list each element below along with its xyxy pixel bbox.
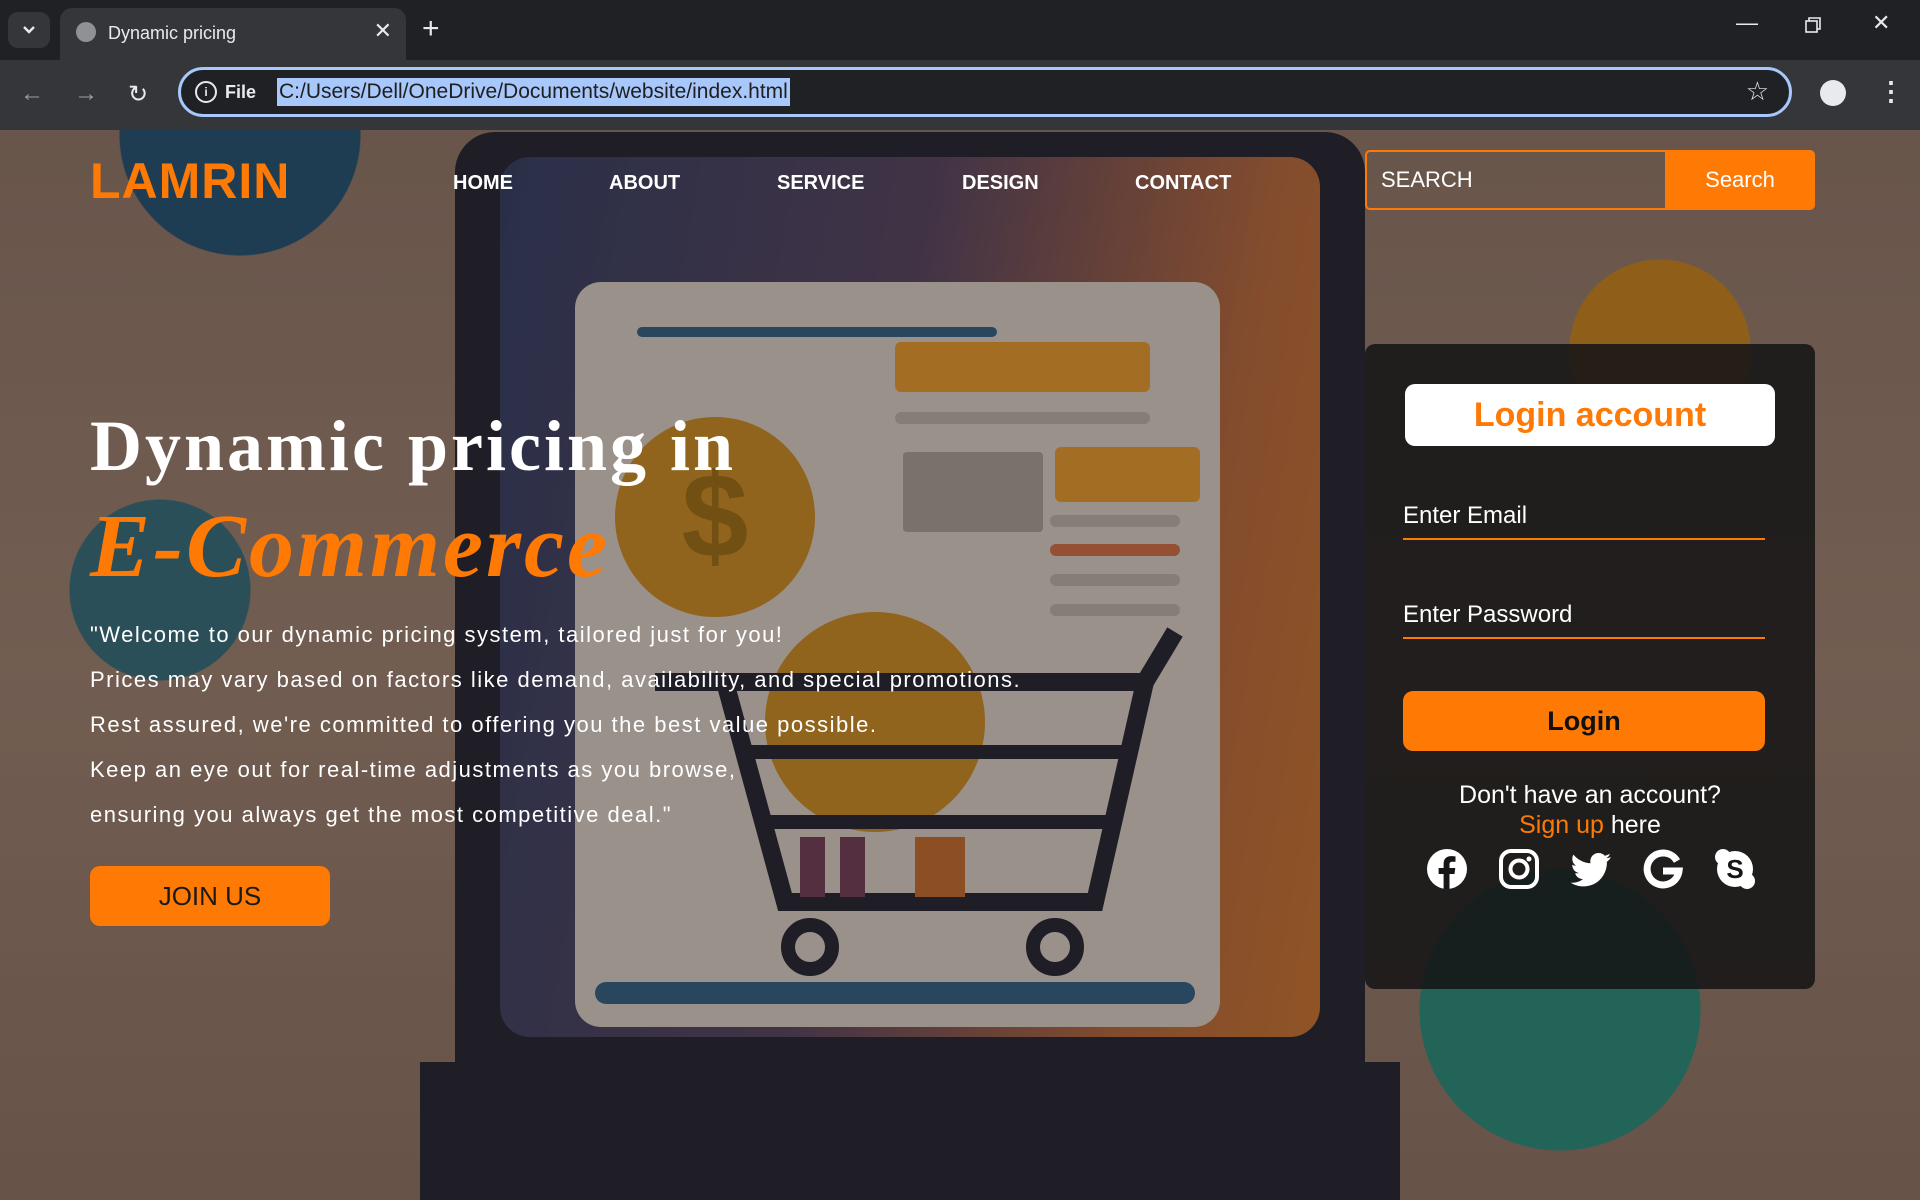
skype-icon[interactable]: S [1713, 847, 1757, 891]
svg-text:S: S [1726, 854, 1743, 884]
new-tab-button[interactable]: + [422, 12, 440, 46]
restore-icon[interactable] [1804, 14, 1822, 40]
signup-question: Don't have an account? [1459, 781, 1721, 809]
browser-chrome: Dynamic pricing ✕ + — ✕ ← → ↻ i File C:/… [0, 0, 1920, 130]
bookmark-star-icon[interactable]: ☆ [1746, 76, 1769, 107]
browser-toolbar: ← → ↻ i File C:/Users/Dell/OneDrive/Docu… [0, 60, 1920, 130]
signup-link[interactable]: Sign up [1519, 811, 1604, 839]
tab-title: Dynamic pricing [108, 23, 237, 43]
nav-design[interactable]: DESIGN [962, 172, 1039, 195]
menu-kebab-icon[interactable]: ⋮ [1878, 76, 1904, 107]
hero-paragraph: "Welcome to our dynamic pricing system, … [90, 612, 1190, 837]
minimize-icon[interactable]: — [1736, 10, 1758, 36]
password-field[interactable] [1403, 593, 1765, 639]
close-window-icon[interactable]: ✕ [1872, 10, 1890, 36]
nav-about[interactable]: ABOUT [609, 172, 680, 195]
tab-close-icon[interactable]: ✕ [374, 18, 392, 44]
info-icon[interactable]: i [195, 81, 217, 103]
email-field[interactable] [1403, 494, 1765, 540]
site-logo[interactable]: LAMRIN [90, 152, 290, 210]
search-input[interactable] [1365, 150, 1665, 210]
nav-contact[interactable]: CONTACT [1135, 172, 1231, 195]
address-bar[interactable]: i File C:/Users/Dell/OneDrive/Documents/… [178, 67, 1792, 117]
globe-icon [76, 22, 96, 42]
hero-paragraph-line: Rest assured, we're committed to offerin… [90, 712, 878, 737]
login-button[interactable]: Login [1403, 691, 1765, 751]
join-us-button[interactable]: JOIN US [90, 866, 330, 926]
search-button[interactable]: Search [1665, 150, 1815, 210]
back-icon[interactable]: ← [20, 80, 44, 108]
hero-paragraph-line: ensuring you always get the most competi… [90, 802, 673, 827]
chevron-down-icon [23, 26, 35, 34]
google-icon[interactable] [1641, 847, 1685, 891]
login-title: Login account [1405, 384, 1775, 446]
signup-line: Sign up here [1365, 811, 1815, 840]
twitter-icon[interactable] [1569, 847, 1613, 891]
forward-icon[interactable]: → [74, 80, 98, 108]
instagram-icon[interactable] [1497, 847, 1541, 891]
web-page: $ LAMRIN HOME ABOUT SERVICE DESIGN CONTA… [0, 130, 1920, 1200]
reload-icon[interactable]: ↻ [128, 80, 148, 109]
url-text[interactable]: C:/Users/Dell/OneDrive/Documents/website… [277, 78, 790, 106]
facebook-icon[interactable] [1425, 847, 1469, 891]
hero-paragraph-line: Keep an eye out for real-time adjustment… [90, 757, 737, 782]
hero-heading: Dynamic pricing in [90, 406, 737, 486]
nav-service[interactable]: SERVICE [777, 172, 864, 195]
hero-paragraph-line: Prices may vary based on factors like de… [90, 667, 1022, 692]
site-search: Search [1365, 150, 1815, 210]
nav-home[interactable]: HOME [453, 172, 513, 195]
hero-subheading: E-Commerce [90, 497, 610, 596]
profile-avatar-icon[interactable] [1820, 80, 1846, 106]
hero-paragraph-line: "Welcome to our dynamic pricing system, … [90, 622, 784, 647]
tab-strip: Dynamic pricing ✕ + — ✕ [0, 0, 1920, 60]
login-panel: Login account Login Don't have an accoun… [1365, 344, 1815, 989]
tab-search-button[interactable] [8, 12, 50, 48]
url-scheme: File [225, 82, 257, 102]
browser-tab[interactable]: Dynamic pricing ✕ [60, 8, 406, 60]
signup-suffix: here [1603, 811, 1661, 839]
